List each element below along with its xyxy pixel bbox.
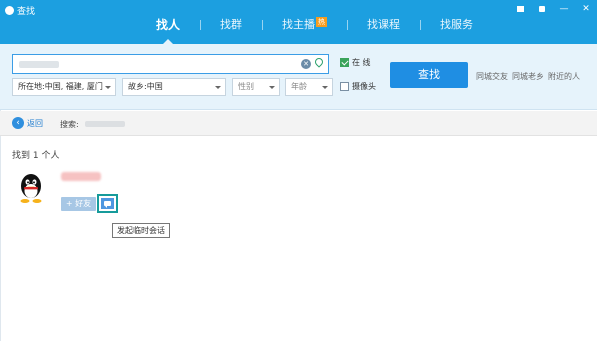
result-nav-bar: ‹ 返回 搜索: — [0, 111, 597, 136]
temp-chat-button[interactable] — [97, 194, 118, 213]
temp-chat-button-face[interactable] — [101, 198, 114, 209]
chevron-down-icon — [269, 86, 275, 89]
content-border — [0, 110, 1, 341]
chevron-down-icon — [322, 86, 328, 89]
online-checkbox-box[interactable] — [340, 58, 349, 67]
find-button[interactable]: 查找 — [390, 62, 468, 88]
clear-icon[interactable]: ✕ — [301, 59, 311, 69]
search-term-redacted — [85, 121, 125, 127]
result-count: 找到 1 个人 — [12, 151, 60, 161]
tab-find-groups[interactable]: 找群 — [200, 14, 262, 36]
window-controls: — ✕ — [509, 0, 597, 18]
skin-icon[interactable] — [509, 0, 531, 18]
tab-find-services[interactable]: 找服务 — [420, 14, 493, 36]
camera-checkbox[interactable]: 摄像头 — [340, 81, 376, 92]
link-nearby-people[interactable]: 附近的人 — [548, 71, 580, 82]
tab-find-streamers[interactable]: 找主播热 — [262, 14, 347, 36]
search-tabs: 找人 找群 找主播热 找课程 找服务 — [136, 14, 493, 44]
link-local-hometown[interactable]: 同城老乡 — [512, 71, 544, 82]
qq-logo-icon — [5, 6, 14, 15]
keyword-redacted — [19, 61, 59, 68]
online-label: 在 线 — [352, 58, 371, 67]
tooltip: 发起临时会话 — [112, 223, 170, 238]
user-name-redacted — [61, 172, 101, 181]
gender-value: 性别 — [238, 82, 254, 91]
back-arrow-icon: ‹ — [12, 117, 24, 129]
keyword-input[interactable]: ✕ — [12, 54, 329, 74]
minimize-button[interactable]: — — [553, 0, 575, 18]
chevron-down-icon — [215, 86, 221, 89]
window-title: 查找 — [17, 7, 36, 17]
back-button[interactable]: ‹ 返回 — [12, 117, 43, 129]
chat-bubble-icon — [104, 201, 111, 208]
search-term-label: 搜索: — [60, 120, 79, 129]
lock-icon[interactable] — [531, 0, 553, 18]
location-value: 所在地:中国, 福建, 厦门 — [18, 82, 103, 91]
camera-checkbox-box[interactable] — [340, 82, 349, 91]
age-value: 年龄 — [291, 82, 307, 91]
tab-find-courses[interactable]: 找课程 — [347, 14, 420, 36]
location-select[interactable]: 所在地:中国, 福建, 厦门 — [12, 78, 116, 96]
camera-label: 摄像头 — [352, 82, 376, 91]
avatar[interactable] — [16, 172, 46, 204]
back-label: 返回 — [27, 118, 43, 128]
quick-links: 同城交友 同城老乡 附近的人 — [476, 71, 580, 82]
hot-badge: 热 — [316, 17, 328, 27]
penguin-avatar-icon — [20, 174, 42, 203]
close-button[interactable]: ✕ — [575, 0, 597, 18]
hometown-value: 故乡:中国 — [128, 82, 163, 91]
location-pin-icon[interactable] — [315, 58, 323, 69]
hometown-select[interactable]: 故乡:中国 — [122, 78, 226, 96]
app-title: 查找 — [5, 4, 35, 17]
gender-select[interactable]: 性别 — [232, 78, 280, 96]
chevron-down-icon — [105, 86, 111, 89]
age-select[interactable]: 年龄 — [285, 78, 333, 96]
title-bar: 查找 — ✕ 找人 找群 找主播热 找课程 找服务 — [0, 0, 597, 44]
tab-find-people[interactable]: 找人 — [136, 14, 200, 44]
link-local-friends[interactable]: 同城交友 — [476, 71, 508, 82]
online-checkbox[interactable]: 在 线 — [340, 57, 371, 68]
add-friend-button[interactable]: + 好友 — [61, 197, 96, 211]
search-panel: ✕ 在 线 摄像头 所在地:中国, 福建, 厦门 故乡:中国 性别 年龄 查找 … — [0, 44, 597, 110]
